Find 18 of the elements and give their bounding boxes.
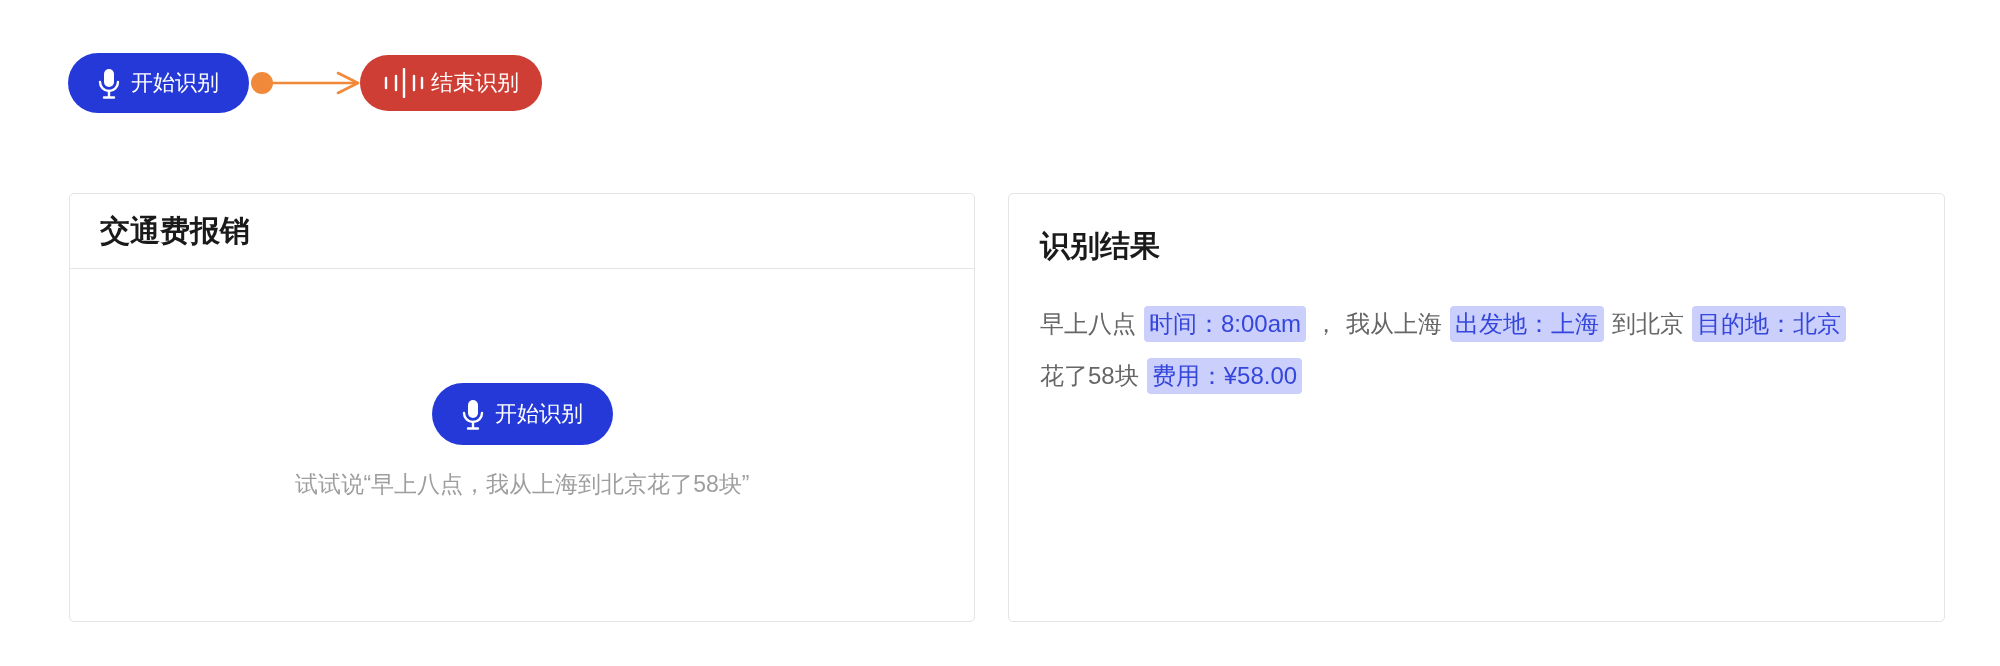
hint-text: 试试说“早上八点，我从上海到北京花了58块” <box>294 470 750 499</box>
card-title: 交通费报销 <box>100 216 250 246</box>
mic-icon <box>98 67 120 99</box>
entity-tag: 出发地：上海 <box>1450 306 1605 342</box>
result-text: 我从上海 <box>1346 309 1443 339</box>
stop-button[interactable]: 结束识别 <box>360 55 542 111</box>
card-title: 识别结果 <box>1040 228 1160 264</box>
result-text: 到北京 <box>1612 309 1685 339</box>
start-button[interactable]: 开始识别 <box>68 53 249 113</box>
sound-wave-icon <box>383 68 424 98</box>
mic-icon <box>461 398 484 430</box>
result-text: 花了58块 <box>1040 361 1139 391</box>
entity-tag: 时间：8:00am <box>1144 306 1307 342</box>
entity-tag: 目的地：北京 <box>1692 306 1847 342</box>
start-button[interactable]: 开始识别 <box>431 383 613 445</box>
result-text: ， <box>1314 309 1339 339</box>
result-text: 早上八点 <box>1040 309 1136 339</box>
entity-tag: 费用：¥58.00 <box>1146 358 1303 394</box>
